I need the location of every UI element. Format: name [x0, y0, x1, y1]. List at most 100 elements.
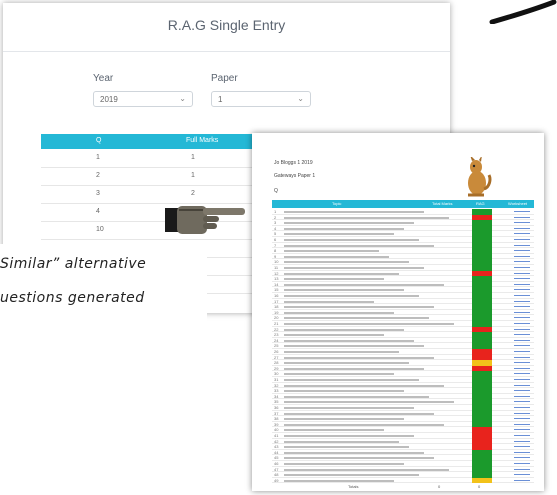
worksheet-link[interactable] [514, 407, 530, 408]
worksheet-link[interactable] [514, 384, 530, 386]
worksheet-link[interactable] [514, 351, 530, 352]
worksheet-link[interactable] [514, 412, 530, 414]
worksheet-link[interactable] [514, 401, 530, 403]
report-col-worksheet: Worksheet [508, 201, 528, 206]
worksheet-link[interactable] [514, 244, 530, 246]
topic-text-line [284, 227, 404, 230]
topic-text-line [284, 233, 394, 236]
worksheet-link[interactable] [514, 227, 530, 229]
worksheet-link[interactable] [514, 267, 530, 268]
report-row-number: 23 [274, 332, 279, 338]
worksheet-link[interactable] [514, 362, 530, 364]
worksheet-link[interactable] [514, 295, 530, 296]
worksheet-link[interactable] [514, 356, 530, 358]
worksheet-link[interactable] [514, 272, 530, 274]
report-row-number: 9 [274, 253, 277, 259]
caption-line-2: uestions generated [0, 290, 145, 306]
worksheet-link[interactable] [514, 367, 530, 369]
report-row-number: 15 [274, 287, 279, 293]
report-row-number: 38 [274, 416, 279, 422]
year-select[interactable]: 2019 ⌄ [93, 91, 193, 107]
topic-text-line [284, 423, 444, 426]
worksheet-link[interactable] [514, 278, 530, 280]
report-row-number: 42 [274, 438, 279, 444]
question-number: 2 [96, 172, 100, 179]
topic-text-line [284, 351, 399, 353]
worksheet-link[interactable] [514, 261, 530, 263]
paper-value: 1 [218, 95, 223, 104]
worksheet-link[interactable] [514, 306, 530, 308]
table-row[interactable]: 11 [41, 149, 261, 168]
worksheet-link[interactable] [514, 239, 530, 240]
worksheet-link[interactable] [514, 457, 530, 459]
report-row-number: 6 [274, 237, 277, 242]
worksheet-link[interactable] [514, 373, 530, 375]
worksheet-link[interactable] [514, 334, 530, 336]
worksheet-link[interactable] [514, 339, 530, 341]
worksheet-link[interactable] [514, 390, 530, 392]
topic-text-line [284, 244, 434, 247]
worksheet-link[interactable] [514, 423, 530, 425]
worksheet-link[interactable] [514, 289, 530, 291]
topic-text-line [284, 334, 384, 337]
worksheet-link[interactable] [514, 216, 530, 218]
topic-text-line [284, 283, 444, 286]
worksheet-link[interactable] [514, 211, 530, 212]
worksheet-link[interactable] [514, 446, 530, 448]
topic-text-line [284, 367, 424, 370]
question-number: 3 [96, 190, 100, 197]
topic-text-line [284, 401, 454, 404]
question-number: 1 [96, 154, 100, 161]
worksheet-link[interactable] [514, 345, 530, 347]
worksheet-link[interactable] [514, 468, 530, 470]
worksheet-link[interactable] [514, 317, 530, 319]
table-row[interactable]: 21 [41, 167, 261, 186]
worksheet-link[interactable] [514, 379, 530, 380]
worksheet-link[interactable] [514, 395, 530, 397]
worksheet-link[interactable] [514, 463, 530, 464]
topic-text-line [284, 463, 404, 465]
report-row-number: 28 [274, 360, 279, 366]
topic-text-line [284, 479, 394, 482]
column-header-q: Q [96, 137, 102, 144]
worksheet-link[interactable] [514, 250, 530, 252]
topic-text-line [284, 272, 399, 275]
worksheet-link[interactable] [514, 440, 530, 442]
report-row-number: 20 [274, 315, 279, 321]
report-row-number: 10 [274, 259, 279, 265]
topic-text-line [284, 345, 424, 348]
worksheet-link[interactable] [514, 323, 530, 324]
chevron-down-icon: ⌄ [179, 94, 186, 103]
report-row-number: 27 [274, 354, 279, 360]
report-row-number: 31 [274, 377, 279, 382]
worksheet-link[interactable] [514, 474, 530, 476]
report-row-number: 4 [274, 225, 277, 231]
worksheet-link[interactable] [514, 255, 530, 257]
report-row-number: 13 [274, 276, 279, 282]
worksheet-link[interactable] [514, 283, 530, 285]
worksheet-link[interactable] [514, 479, 530, 481]
totals-rag-value: 0 [478, 484, 481, 490]
worksheet-link[interactable] [514, 429, 530, 431]
report-row-number: 17 [274, 298, 279, 304]
worksheet-link[interactable] [514, 311, 530, 313]
report-row-number: 3 [274, 220, 277, 226]
topic-text-line [284, 407, 414, 409]
paper-select[interactable]: 1 ⌄ [211, 91, 311, 107]
topic-text-line [284, 323, 454, 325]
report-row-number: 36 [274, 405, 279, 410]
report-table-header: Topic Total Marks RAG Worksheet [272, 200, 534, 208]
worksheet-link[interactable] [514, 435, 530, 436]
topic-text-line [284, 474, 419, 477]
worksheet-link[interactable] [514, 451, 530, 453]
topic-text-line [284, 300, 374, 303]
worksheet-link[interactable] [514, 233, 530, 235]
worksheet-link[interactable] [514, 418, 530, 420]
report-col-total: Total Marks [432, 201, 453, 206]
report-row-number: 29 [274, 365, 279, 371]
report-row-number: 11 [274, 265, 279, 270]
worksheet-link[interactable] [514, 300, 530, 302]
topic-text-line [284, 267, 424, 269]
worksheet-link[interactable] [514, 222, 530, 224]
worksheet-link[interactable] [514, 328, 530, 330]
